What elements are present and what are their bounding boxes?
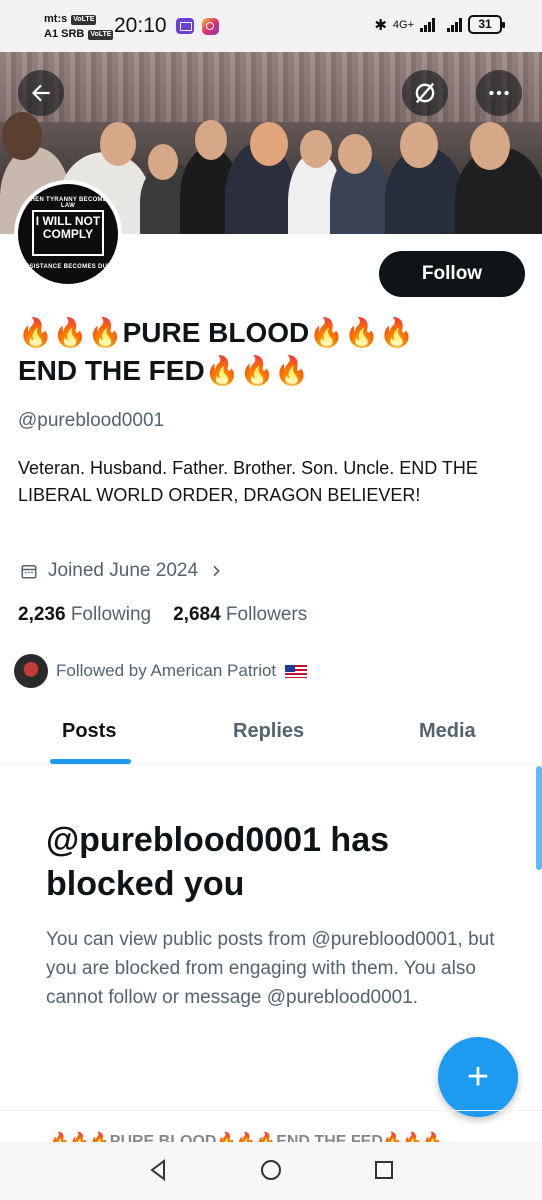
avatar-ring-bottom-text: RESISTANCE BECOMES DUTY	[20, 264, 116, 270]
recents-nav-button[interactable]	[372, 1158, 396, 1187]
followers-label: Followers	[225, 604, 308, 625]
banner-figure	[148, 144, 178, 180]
bluetooth-icon: ✱	[374, 16, 387, 34]
mail-notification-icon	[176, 18, 194, 34]
tab-posts[interactable]: Posts	[62, 720, 116, 743]
square-recents-icon	[375, 1161, 393, 1179]
following-count: 2,236	[18, 604, 66, 625]
followers-link[interactable]: 2,684 Followers	[173, 604, 307, 626]
banner-figure	[100, 122, 136, 166]
followed-by[interactable]: Followed by American Patriot	[14, 654, 308, 688]
next-post-text: 🔥🔥🔥PURE BLOOD🔥🔥🔥END THE FED🔥🔥🔥	[50, 1133, 443, 1142]
banner-figure	[300, 130, 332, 168]
us-flag-icon	[285, 664, 308, 678]
active-tab-indicator	[50, 759, 131, 764]
blocked-message: You can view public posts from @purebloo…	[46, 929, 495, 1008]
next-post-preview[interactable]: 🔥🔥🔥PURE BLOOD🔥🔥🔥END THE FED🔥🔥🔥	[0, 1110, 542, 1142]
carrier-top: mt:s	[44, 13, 68, 25]
joined-label: Joined June 2024	[48, 560, 199, 581]
avatar-center-text: I WILL NOT COMPLY	[32, 210, 104, 256]
tab-replies[interactable]: Replies	[233, 720, 304, 743]
banner-figure	[400, 122, 438, 168]
carrier-bottom: A1 SRB	[44, 28, 85, 40]
banner-crowd	[0, 52, 542, 122]
display-name-line-1: 🔥🔥🔥PURE BLOOD🔥🔥🔥	[18, 317, 414, 348]
triangle-back-icon	[150, 1159, 165, 1181]
status-bar: mt:s VoLTE A1 SRB VoLTE 20:10 ✱ 4G+ 31	[0, 0, 542, 52]
arrow-left-icon	[31, 84, 50, 102]
banner-figure	[195, 120, 227, 160]
display-name: 🔥🔥🔥PURE BLOOD🔥🔥🔥 END THE FED🔥🔥🔥	[18, 314, 518, 390]
calendar-icon	[21, 565, 37, 579]
instagram-notification-icon	[202, 18, 219, 35]
more-options-button[interactable]	[476, 70, 522, 116]
network-type: 4G+	[392, 18, 414, 31]
clock: 20:10	[114, 14, 167, 37]
following-label: Following	[70, 604, 152, 625]
profile-avatar[interactable]: WHEN TYRANNY BECOMES LAW I WILL NOT COMP…	[14, 180, 122, 288]
signal-icon-2	[447, 17, 462, 32]
circle-home-icon	[261, 1160, 281, 1180]
more-icon	[489, 90, 509, 96]
home-nav-button[interactable]	[259, 1158, 283, 1187]
banner-figure	[250, 122, 288, 166]
display-name-line-2: END THE FED🔥🔥🔥	[18, 355, 310, 386]
compose-post-button[interactable]: +	[438, 1037, 518, 1117]
scrollbar[interactable]	[536, 766, 542, 870]
status-icons: ✱ 4G+ 31	[374, 15, 505, 34]
tab-media[interactable]: Media	[419, 720, 476, 743]
banner-figure	[2, 112, 42, 160]
grok-button[interactable]	[402, 70, 448, 116]
chevron-right-icon	[213, 565, 220, 577]
avatar-ring-top-text: WHEN TYRANNY BECOMES LAW	[24, 197, 112, 209]
battery-indicator: 31	[468, 15, 505, 34]
volte-badge-2: VoLTE	[88, 29, 114, 40]
back-nav-button[interactable]	[146, 1158, 170, 1187]
banner-figure	[338, 134, 372, 174]
banner-figure	[470, 122, 510, 170]
followers-count: 2,684	[173, 604, 221, 625]
followed-by-text: Followed by American Patriot	[56, 661, 277, 680]
joined-date[interactable]: Joined June 2024	[20, 560, 224, 582]
blocked-title: @pureblood0001 has blocked you	[46, 821, 390, 903]
profile-bio: Veteran. Husband. Father. Brother. Son. …	[18, 458, 478, 505]
system-nav-bar	[0, 1142, 542, 1200]
carrier-info: mt:s VoLTE A1 SRB VoLTE	[44, 12, 114, 42]
following-link[interactable]: 2,236 Following	[18, 604, 151, 626]
back-button[interactable]	[18, 70, 64, 116]
avatar-image: WHEN TYRANNY BECOMES LAW I WILL NOT COMP…	[18, 184, 118, 284]
slash-circle-icon	[415, 82, 435, 104]
volte-badge: VoLTE	[71, 14, 97, 25]
follower-avatar	[14, 654, 48, 688]
signal-icon	[420, 17, 435, 32]
follow-button[interactable]: Follow	[379, 251, 525, 297]
profile-tabs: Posts Replies Media	[0, 710, 542, 765]
username-handle: @pureblood0001	[18, 410, 165, 431]
follow-stats: 2,236 Following 2,684 Followers	[18, 604, 307, 626]
